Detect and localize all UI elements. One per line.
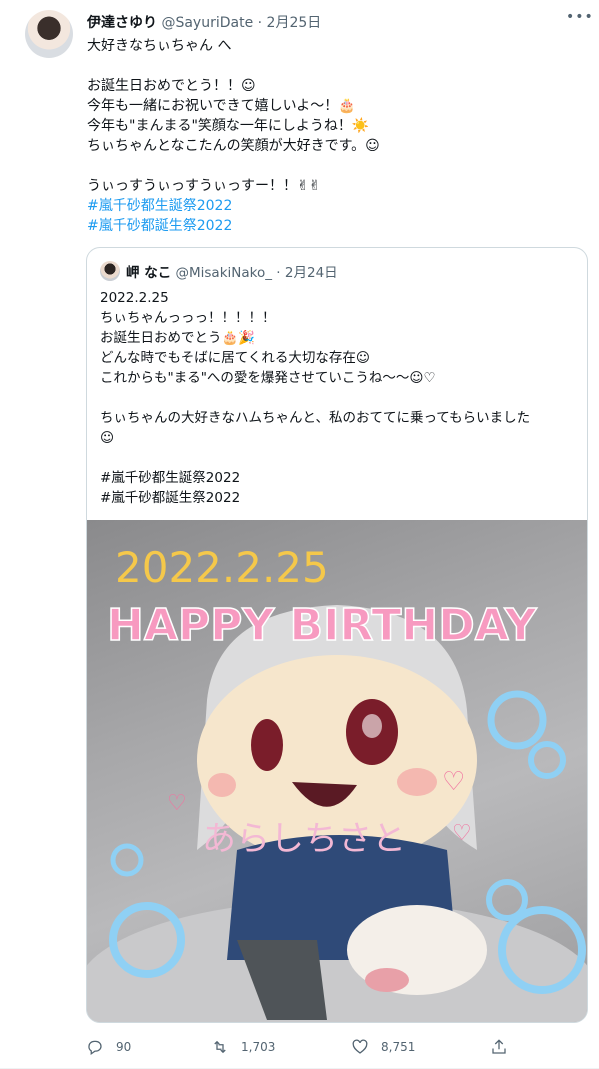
photo-date-text: 2022.2.25 <box>115 543 329 592</box>
quoted-author-handle: @MisakiNako_ <box>175 265 273 281</box>
hamster-paw <box>365 968 409 992</box>
retweet-button[interactable]: 1,703 <box>211 1036 275 1058</box>
quoted-photo[interactable]: ♡ ♡ ♡ 2022.2.25 HAPPY BIRTHDAY あらしちさと <box>87 520 587 1022</box>
tweet-header: 伊達さゆり @SayuriDate · 2月25日 <box>87 12 321 32</box>
tweet-line: 今年も一緒にお祝いできて嬉しいよ〜！🎂 <box>87 98 356 114</box>
quoted-hashtag: #嵐千砂都誕生祭2022 <box>100 490 241 506</box>
plush-eye <box>251 719 283 771</box>
quoted-hashtag: #嵐千砂都生誕祭2022 <box>100 470 241 486</box>
action-bar: 90 1,703 8,751 <box>86 1036 526 1058</box>
tweet-text: 大好きなちぃちゃん へ お誕生日おめでとう！！☺ 今年も一緒にお祝いできて嬉しい… <box>87 36 577 236</box>
photo-birthday-text: HAPPY BIRTHDAY <box>107 600 538 651</box>
photo-name-text: あらしちさと <box>202 819 406 859</box>
like-icon <box>352 1039 368 1054</box>
more-icon[interactable]: ••• <box>566 9 594 29</box>
separator-dot: · <box>276 265 281 281</box>
plush-eye-shine <box>362 714 382 738</box>
tweet-date[interactable]: 2月25日 <box>267 15 322 31</box>
heart-decoration: ♡ <box>452 821 472 846</box>
tweet[interactable]: 伊達さゆり @SayuriDate · 2月25日 ••• 大好きなちぃちゃん … <box>0 0 599 1069</box>
reply-count: 90 <box>116 1040 132 1054</box>
plush-cheek <box>397 768 437 796</box>
share-icon <box>492 1039 506 1054</box>
photo-illustration: ♡ ♡ ♡ 2022.2.25 HAPPY BIRTHDAY あらしちさと <box>87 543 587 1022</box>
quoted-tweet-header: 岬 なこ @MisakiNako_ · 2月24日 <box>126 261 338 281</box>
quoted-author-avatar <box>100 261 120 281</box>
heart-decoration: ♡ <box>442 767 465 797</box>
quoted-line: ちぃちゃんっっっ！！！！！ <box>100 310 276 326</box>
heart-decoration: ♡ <box>167 791 187 816</box>
hashtag-link[interactable]: #嵐千砂都生誕祭2022 <box>87 196 577 216</box>
tweet-line <box>87 156 577 176</box>
quoted-tweet[interactable]: 岬 なこ @MisakiNako_ · 2月24日 2022.2.25 ちぃちゃ… <box>86 247 588 1023</box>
quoted-line: ☺ <box>100 430 115 446</box>
quoted-line: これからも"まる"への愛を爆発させていこうね〜〜☺♡ <box>100 370 436 386</box>
bubble-decoration <box>110 843 144 877</box>
reply-icon <box>88 1040 102 1055</box>
bubble-decoration <box>487 690 547 750</box>
like-count: 8,751 <box>381 1040 416 1054</box>
reply-button[interactable]: 90 <box>86 1036 131 1058</box>
quoted-line: お誕生日おめでとう🎂🎉 <box>100 330 256 346</box>
retweet-count: 1,703 <box>241 1040 276 1054</box>
tweet-line <box>87 56 577 76</box>
tweet-line: ちぃちゃんとなこたんの笑顔が大好きです。☺ <box>87 138 380 154</box>
retweet-icon <box>214 1040 226 1054</box>
quoted-line: ちぃちゃんの大好きなハムちゃんと、私のおててに乗ってもらいました <box>100 410 531 426</box>
author-handle[interactable]: @SayuriDate <box>161 15 253 31</box>
tweet-line: うぃっすうぃっすうぃっすー！！✌✌ <box>87 178 321 194</box>
hashtag-link[interactable]: #嵐千砂都誕生祭2022 <box>87 216 577 236</box>
quoted-line: 2022.2.25 <box>100 290 169 306</box>
bubble-decoration <box>486 879 528 921</box>
plush-cheek <box>208 773 236 797</box>
quoted-author-name: 岬 なこ <box>126 265 172 281</box>
author-name[interactable]: 伊達さゆり <box>87 15 157 31</box>
quoted-line <box>100 388 580 408</box>
tweet-line: 大好きなちぃちゃん へ <box>87 38 232 54</box>
quoted-line <box>100 448 580 468</box>
author-avatar[interactable] <box>25 10 73 58</box>
tweet-line: お誕生日おめでとう！！☺ <box>87 78 256 94</box>
bubble-decoration <box>528 741 566 779</box>
separator-dot: · <box>257 15 263 31</box>
tweet-line: 今年も"まんまる"笑顔な一年にしようね！☀️ <box>87 118 370 134</box>
quoted-line: どんな時でもそばに居てくれる大切な存在☺ <box>100 350 370 366</box>
quoted-tweet-date: 2月24日 <box>284 265 338 281</box>
share-button[interactable] <box>490 1036 520 1058</box>
quoted-tweet-text: 2022.2.25 ちぃちゃんっっっ！！！！！ お誕生日おめでとう🎂🎉 どんな時… <box>100 288 580 508</box>
like-button[interactable]: 8,751 <box>351 1036 415 1058</box>
